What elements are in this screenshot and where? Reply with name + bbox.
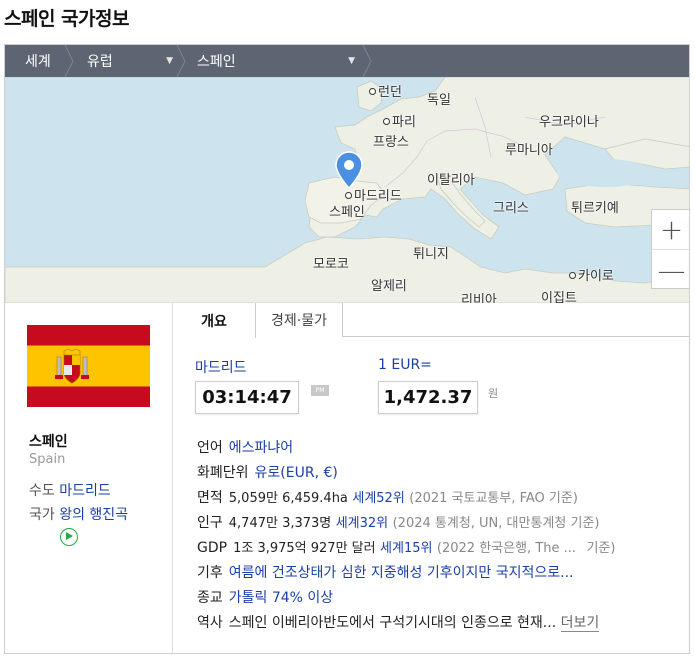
map-label-algeria: 알제리 [371,279,407,294]
map-city-cairo: 카이로 [569,265,614,284]
info-key: 면적 [197,490,223,506]
play-anthem-icon[interactable] [60,528,78,546]
map-label-germany: 독일 [427,93,451,108]
zoom-in-button[interactable]: + [652,210,689,250]
map-label-turkey: 튀르키예 [571,201,619,216]
gdp-source: (2022 한국은행, The ... [436,541,577,556]
gdp-rank-link[interactable]: 세계15위 [380,541,432,556]
country-info-card: 세계 유럽 ▼ 스페인 ▼ 런던 독일 파리 프랑스 우크라이나 루마니아 이탈… [4,44,690,654]
info-row-gdp: GDP 1조 3,975억 927만 달러 세계15위 (2022 한국은행, T… [197,537,615,556]
breadcrumb-world-label: 세계 [25,54,51,70]
religion-link[interactable]: 가톨릭 74% 이상 [229,590,333,606]
info-row-religion: 종교 가톨릭 74% 이상 [197,587,333,607]
location-pin-icon [335,151,363,189]
capital-link[interactable]: 마드리드 [59,483,111,499]
zoom-out-button[interactable]: — [652,250,689,290]
country-map[interactable]: 런던 독일 파리 프랑스 우크라이나 루마니아 이탈리아 마드리드 스페인 그리… [5,77,689,303]
info-row-area: 면적 5,059만 6,459.4ha 세계52위 (2021 국토교통부, FA… [197,487,578,507]
exchange-rate-display: 1,472.37 [378,381,478,414]
breadcrumb-country-label: 스페인 [197,54,236,70]
chevron-down-icon: ▼ [348,56,355,66]
gdp-source-tail: 기준) [586,541,616,556]
page-title: 스페인 국가정보 [4,8,129,30]
info-row-language: 언어 에스파냐어 [197,437,293,457]
map-label-libya: 리비아 [461,293,497,303]
population-value: 4,747만 3,373명 [228,516,332,531]
chevron-down-icon: ▼ [166,56,173,66]
history-text: 스페인 이베리아반도에서 구석기시대의 인종으로 현재... [228,615,557,631]
map-label-france: 프랑스 [373,135,409,150]
population-source: (2024 통계청, UN, 대만통계청 기준) [392,516,600,531]
currency-unit: 원 [488,387,499,400]
breadcrumb-region-dropdown[interactable]: 유럽 ▼ [69,45,186,77]
info-row-currency: 화폐단위 유로(EUR, €) [197,462,338,482]
info-row-history: 역사 스페인 이베리아반도에서 구석기시대의 인종으로 현재... 더보기 [197,612,600,632]
area-source: (2021 국토교통부, FAO 기준) [409,491,578,506]
info-key: 인구 [197,515,223,531]
local-time-display: 03:14:47 [195,381,299,414]
map-label-morocco: 모로코 [313,257,349,272]
more-link[interactable]: 더보기 [560,615,600,632]
map-city-london: 런던 [369,81,402,100]
map-label-spain: 스페인 [329,205,365,220]
breadcrumb-world[interactable]: 세계 [5,45,74,77]
map-label-italy: 이탈리아 [427,173,475,188]
map-zoom-controls: + — [651,209,689,290]
info-key: GDP [197,540,228,556]
gdp-value: 1조 3,975억 927만 달러 [233,541,376,556]
population-rank-link[interactable]: 세계32위 [336,516,388,531]
info-row-climate: 기후 여름에 건조상태가 심한 지중해성 기후이지만 국지적으로... [197,562,574,582]
capital-row: 수도 마드리드 [29,480,111,500]
language-link[interactable]: 에스파냐어 [229,440,293,456]
climate-link[interactable]: 여름에 건조상태가 심한 지중해성 기후이지만 국지적으로... [229,565,574,581]
map-city-paris: 파리 [383,111,416,130]
ampm-badge: PM [311,385,329,396]
clock-city-label: 마드리드 [195,360,247,376]
breadcrumb-country-dropdown[interactable]: 스페인 ▼ [181,45,372,77]
country-name: 스페인 [29,434,68,450]
capital-label: 수도 [29,483,55,499]
anthem-link[interactable]: 왕의 행진곡 [59,507,128,523]
tab-economy[interactable]: 경제·물가 [256,303,343,337]
anthem-row: 국가 왕의 행진곡 [29,504,128,524]
map-label-ukraine: 우크라이나 [539,115,599,130]
breadcrumb-region-label: 유럽 [87,54,113,70]
breadcrumb-separator-icon [362,45,372,77]
tab-overview[interactable]: 개요 [173,303,256,338]
map-label-egypt: 이집트 [541,291,577,303]
info-key: 역사 [197,615,223,631]
map-label-romania: 루마니아 [505,143,553,158]
info-key: 화폐단위 [197,465,249,481]
area-value: 5,059만 6,459.4ha [228,491,348,506]
info-row-population: 인구 4,747만 3,373명 세계32위 (2024 통계청, UN, 대만통… [197,512,599,532]
info-key: 기후 [197,565,223,581]
currency-link[interactable]: 유로(EUR, €) [255,465,338,481]
area-rank-link[interactable]: 세계52위 [352,491,404,506]
currency-label: 1 EUR= [378,357,432,373]
country-name-english: Spain [29,452,66,467]
breadcrumb: 세계 유럽 ▼ 스페인 ▼ [5,45,689,77]
spain-flag-icon [27,325,150,407]
map-label-greece: 그리스 [493,201,529,216]
anthem-label: 국가 [29,507,55,523]
country-profile: 스페인 Spain 수도 마드리드 국가 왕의 행진곡 [5,303,173,653]
info-key: 종교 [197,590,223,606]
map-label-tunisia: 튀니지 [413,247,449,262]
info-key: 언어 [197,440,223,456]
info-tabs: 개요 경제·물가 [173,303,689,338]
